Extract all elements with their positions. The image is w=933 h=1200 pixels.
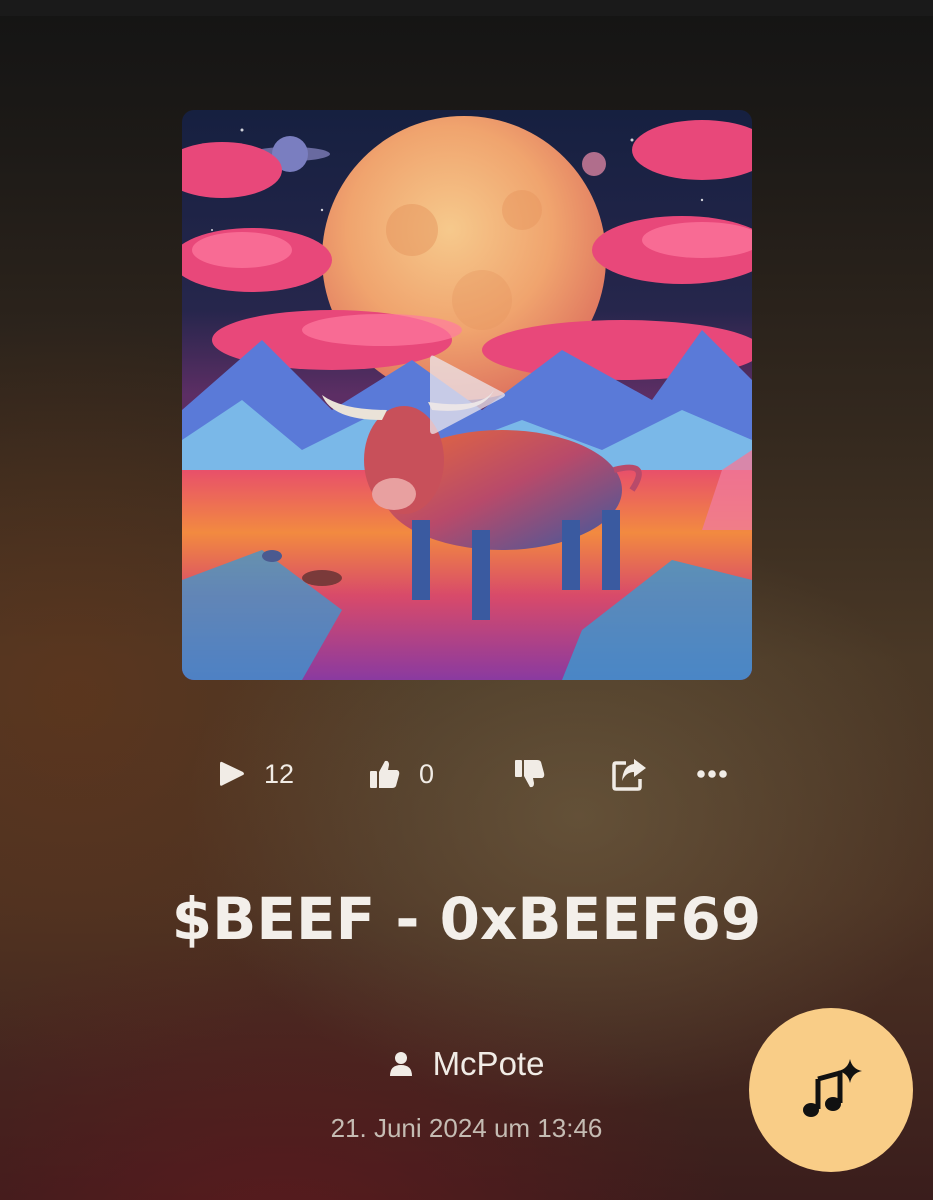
play-icon [220,761,244,786]
cover-art[interactable] [182,110,752,680]
like-count: 0 [419,758,435,789]
author-name: McPote [432,1045,545,1082]
like-button[interactable]: 0 [369,752,434,796]
thumbs-down-icon [515,760,545,788]
top-bar [0,0,933,16]
music-sparkle-icon [803,1059,862,1117]
more-icon [697,770,727,778]
share-icon [612,759,646,791]
create-music-button[interactable] [749,1008,913,1172]
play-icon [430,355,505,434]
more-button[interactable] [697,752,727,796]
share-button[interactable] [612,752,648,796]
cover-play-button[interactable] [182,110,752,680]
dislike-button[interactable] [514,752,546,796]
stats-bar: 12 0 [0,752,933,796]
play-count: 12 [264,758,295,789]
play-count-button[interactable]: 12 [218,752,294,796]
track-title: $BEEF - 0xBEEF69 [171,885,762,953]
thumbs-up-icon [370,760,400,788]
user-icon [389,1052,412,1076]
